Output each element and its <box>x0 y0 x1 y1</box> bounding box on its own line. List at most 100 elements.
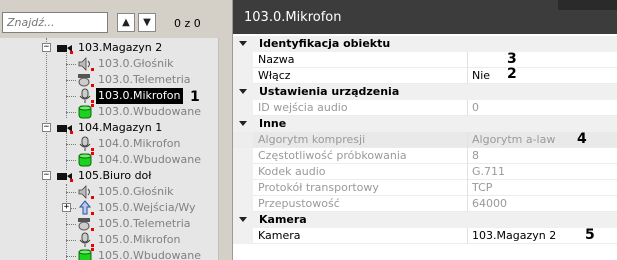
row-gutter <box>233 132 253 148</box>
column-divider <box>467 132 468 148</box>
tree-item-105-0-glosnik[interactable]: 105.0.Głośnik <box>76 184 218 200</box>
tree-item-105-0-wbudowane[interactable]: 105.0.Wbudowane <box>76 248 218 260</box>
column-divider <box>467 68 468 84</box>
property-name: Częstotliwość próbkowania <box>258 149 407 162</box>
tree-item-label: 103.0.Mikrofon <box>96 88 183 104</box>
collapse-arrow-icon[interactable] <box>239 89 247 94</box>
properties-panel: 103.0.Mikrofon Identyfikacja obiektu Naz… <box>232 0 617 260</box>
tree-item-105-0-mikrofon[interactable]: 105.0.Mikrofon <box>76 232 218 248</box>
tree-item-103-0-glosnik[interactable]: 103.0.Głośnik <box>76 56 218 72</box>
callout-marker: 5 <box>585 227 595 243</box>
tree-item-103-0-wbudowane[interactable]: 103.0.Wbudowane <box>76 104 218 120</box>
column-divider <box>467 52 468 68</box>
property-name: Kamera <box>258 229 301 242</box>
telemetry-icon <box>76 72 94 88</box>
search-prev-button[interactable]: ▲ <box>117 13 135 32</box>
io-icon <box>76 200 94 216</box>
tree-item-label: 103.0.Głośnik <box>98 57 174 70</box>
property-name: Algorytm kompresji <box>258 133 366 146</box>
row-gutter <box>233 100 253 116</box>
section-kamera[interactable]: Kamera <box>233 212 617 228</box>
tree-item-label: 105.0.Telemetria <box>98 217 191 230</box>
collapse-arrow-icon[interactable] <box>239 217 247 222</box>
column-divider <box>467 228 468 244</box>
tree-item-103-magazyn-2[interactable]: 103.Magazyn 2 <box>56 40 218 56</box>
storage-icon <box>76 248 94 260</box>
tree-item-103-0-telemetria[interactable]: 103.0.Telemetria <box>76 72 218 88</box>
property-value: 0 <box>472 101 479 114</box>
property-value-nazwa[interactable] <box>472 53 612 67</box>
section-title: Ustawienia urządzenia <box>259 85 400 98</box>
row-gutter <box>233 164 253 180</box>
tree-scrollbar[interactable] <box>218 38 232 260</box>
tree-item-104-0-mikrofon[interactable]: 104.0.Mikrofon <box>76 136 218 152</box>
property-name: ID wejścia audio <box>258 101 348 114</box>
section-ustawienia[interactable]: Ustawienia urządzenia <box>233 84 617 100</box>
property-value: TCP <box>472 181 493 194</box>
title-bar-corner <box>558 0 617 10</box>
tree-item-label: 104.Magazyn 1 <box>78 121 163 134</box>
tree-expander[interactable]: − <box>42 123 51 132</box>
property-row-wlacz[interactable]: Włącz Nie <box>233 68 617 84</box>
microphone-icon <box>76 88 94 104</box>
property-row-protokol: Protokół transportowy TCP <box>233 180 617 196</box>
tree-item-label: 105.Biuro doł <box>78 169 152 182</box>
row-gutter <box>233 196 253 212</box>
property-row-nazwa[interactable]: Nazwa <box>233 52 617 68</box>
speaker-icon <box>76 184 94 200</box>
property-name: Włącz <box>258 69 291 82</box>
property-value: 64000 <box>472 197 507 210</box>
tree-item-label: 105.0.Wbudowane <box>98 249 202 260</box>
tree-item-105-biuro-dol[interactable]: 105.Biuro doł <box>56 168 218 184</box>
telemetry-icon <box>76 216 94 232</box>
row-gutter <box>233 52 253 68</box>
tree-item-105-0-wejscia[interactable]: 105.0.Wejścia/Wy <box>76 200 218 216</box>
section-identyfikacja[interactable]: Identyfikacja obiektu <box>233 36 617 52</box>
property-value: G.711 <box>472 165 506 178</box>
tree-expander[interactable]: + <box>62 203 71 212</box>
row-gutter <box>233 148 253 164</box>
page-title: 103.0.Mikrofon <box>244 10 342 25</box>
tree-item-104-magazyn-1[interactable]: 104.Magazyn 1 <box>56 120 218 136</box>
property-value-wlacz[interactable]: Nie <box>472 69 612 83</box>
tree-item-label: 104.0.Mikrofon <box>98 137 181 150</box>
tree-item-105-0-telemetria[interactable]: 105.0.Telemetria <box>76 216 218 232</box>
properties-title-bar: 103.0.Mikrofon <box>233 0 617 34</box>
collapse-arrow-icon[interactable] <box>239 121 247 126</box>
section-title: Inne <box>259 117 287 130</box>
row-gutter <box>233 228 253 244</box>
tree-expander[interactable]: − <box>42 43 51 52</box>
property-value: 8 <box>472 149 479 162</box>
property-row-kodek: Kodek audio G.711 <box>233 164 617 180</box>
property-row-czestotliwosc: Częstotliwość próbkowania 8 <box>233 148 617 164</box>
search-next-button[interactable]: ▼ <box>138 13 156 32</box>
tree-expander[interactable]: − <box>42 171 51 180</box>
row-gutter <box>233 180 253 196</box>
section-inne[interactable]: Inne <box>233 116 617 132</box>
tree-item-104-0-wbudowane[interactable]: 104.0.Wbudowane <box>76 152 218 168</box>
callout-marker: 4 <box>577 131 587 147</box>
callout-marker: 2 <box>507 66 517 82</box>
camera-icon <box>56 40 74 56</box>
column-divider <box>467 148 468 164</box>
camera-icon <box>56 120 74 136</box>
search-result-counter: 0 z 0 <box>174 17 201 30</box>
column-divider <box>467 180 468 196</box>
storage-icon <box>76 104 94 120</box>
camera-icon <box>56 168 74 184</box>
property-name: Kodek audio <box>258 165 326 178</box>
callout-marker: 1 <box>190 89 200 105</box>
collapse-arrow-icon[interactable] <box>239 41 247 46</box>
tree-item-label: 103.0.Wbudowane <box>98 105 202 118</box>
tree-item-label: 103.Magazyn 2 <box>78 41 163 54</box>
storage-icon <box>76 152 94 168</box>
search-input[interactable] <box>2 12 108 33</box>
object-tree-panel: ▲ ▼ 0 z 0 − − − + 103.Magazyn 2 103. <box>0 0 232 260</box>
tree-item-label: 105.0.Mikrofon <box>98 233 181 246</box>
property-row-kamera[interactable]: Kamera 103.Magazyn 2 <box>233 228 617 244</box>
tree-item-label: 103.0.Telemetria <box>98 73 191 86</box>
row-gutter <box>233 68 253 84</box>
microphone-icon <box>76 136 94 152</box>
property-row-id-wejscia: ID wejścia audio 0 <box>233 100 617 116</box>
property-name: Przepustowość <box>258 197 340 210</box>
